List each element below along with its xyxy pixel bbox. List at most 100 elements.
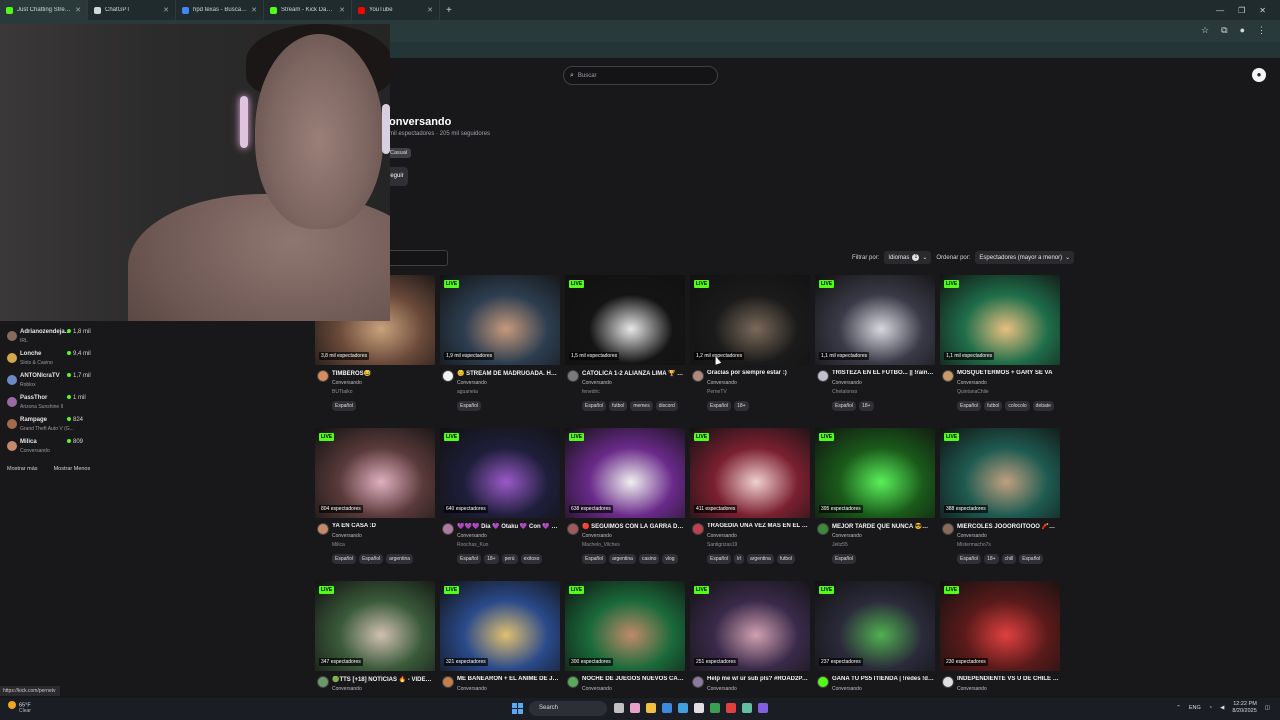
stream-title[interactable]: TIMBEROS😅 <box>332 370 435 377</box>
stream-category[interactable]: Conversando <box>832 686 862 692</box>
edge-icon[interactable] <box>662 703 672 713</box>
sort-dropdown[interactable]: Espectadores (mayor a menor) ⌄ <box>975 251 1075 264</box>
stream-tag[interactable]: 18+ <box>859 401 874 411</box>
stream-thumbnail[interactable]: LIVE 1,1 mil espectadores <box>815 275 935 365</box>
search-input[interactable]: ⌕ Buscar <box>563 66 718 85</box>
stream-tag[interactable]: 18+ <box>484 554 499 564</box>
tray-chevron-icon[interactable]: ⌃ <box>1176 705 1181 711</box>
weather-widget[interactable]: 65°F Clear <box>8 701 31 714</box>
stream-tag[interactable]: Español <box>832 554 857 564</box>
stream-category[interactable]: Conversando <box>957 533 987 539</box>
avatar[interactable] <box>692 523 704 535</box>
stream-card[interactable]: LIVE 395 espectadores MEJOR TARDE QUE NU… <box>815 428 935 568</box>
stream-thumbnail[interactable]: LIVE 251 espectadores <box>690 581 810 671</box>
stream-tag[interactable]: Español <box>957 401 982 411</box>
stream-tag[interactable]: argentina <box>386 554 414 564</box>
stream-thumbnail[interactable]: LIVE 230 espectadores <box>940 581 1060 671</box>
lang-indicator[interactable]: ENG <box>1189 705 1201 711</box>
stream-card[interactable]: LIVE 1,9 mil espectadores 😊 STREAM DE MA… <box>440 275 560 415</box>
close-tab-icon[interactable]: ✕ <box>339 6 345 14</box>
sidebar-channel[interactable]: ANTONIcraTV Roblox 1,7 mil <box>7 372 91 392</box>
show-more-link[interactable]: Mostrar más <box>7 466 38 472</box>
stream-tag[interactable]: Español <box>457 554 482 564</box>
menu-icon[interactable]: ⋮ <box>1257 25 1266 36</box>
stream-tag[interactable]: argentina <box>609 554 636 564</box>
avatar[interactable] <box>817 523 829 535</box>
stream-tag[interactable]: lrl <box>734 554 744 564</box>
stream-title[interactable]: TRISTEZA EN EL FUTBO... || !rainbet <box>832 370 935 376</box>
app-icon[interactable] <box>726 703 736 713</box>
avatar[interactable] <box>317 523 329 535</box>
avatar[interactable] <box>567 370 579 382</box>
stream-category[interactable]: Conversando <box>707 533 737 539</box>
avatar[interactable] <box>567 523 579 535</box>
profile-icon[interactable]: ● <box>1240 25 1245 36</box>
stream-thumbnail[interactable]: LIVE 237 espectadores <box>815 581 935 671</box>
close-tab-icon[interactable]: ✕ <box>75 6 81 14</box>
streamer-name[interactable]: Santigrizas19 <box>707 542 737 548</box>
stream-tag[interactable]: Español <box>707 554 732 564</box>
stream-title[interactable]: MIERCOLES JOOORGITOOO 🧨😋 ... <box>957 523 1060 530</box>
stream-tag[interactable]: 18+ <box>984 554 999 564</box>
streamer-name[interactable]: Roochas_Kun <box>457 542 488 548</box>
browser-tab[interactable]: Stream - Kick Dashboard ✕ <box>264 0 352 20</box>
avatar[interactable] <box>942 676 954 688</box>
stream-category[interactable]: Conversando <box>707 686 737 692</box>
stream-card[interactable]: LIVE 1,1 mil espectadores TRISTEZA EN EL… <box>815 275 935 415</box>
avatar[interactable] <box>817 676 829 688</box>
stream-tag[interactable]: Español <box>957 554 982 564</box>
stream-card[interactable]: LIVE 804 espectadores YA EN CASA :D Conv… <box>315 428 435 568</box>
volume-icon[interactable]: ◀ <box>1220 705 1224 711</box>
sidebar-channel[interactable]: Milica Conversando 809 <box>7 438 89 458</box>
category-search-input[interactable] <box>386 250 448 266</box>
show-less-link[interactable]: Mostrar Menos <box>54 466 91 472</box>
avatar[interactable] <box>692 370 704 382</box>
stream-tag[interactable]: Español <box>582 401 607 411</box>
streamer-name[interactable]: BUTtaiko <box>332 389 353 395</box>
store-icon[interactable] <box>678 703 688 713</box>
stream-title[interactable]: YA EN CASA :D <box>332 523 435 529</box>
stream-thumbnail[interactable]: LIVE 1,5 mil espectadores <box>565 275 685 365</box>
stream-title[interactable]: GANA TU PS5 ITIENDA | !redes !dc !... <box>832 676 935 682</box>
user-avatar[interactable]: ● <box>1252 68 1266 82</box>
stream-tag[interactable]: Español <box>832 401 857 411</box>
stream-title[interactable]: TRAGEDIA UNA VEZ MÁS EN EL FUT... <box>707 523 810 529</box>
stream-title[interactable]: INDEPENDIENTE VS U DE CHILE | RE... <box>957 676 1060 682</box>
sidebar-channel[interactable]: Adrianozendeja... IRL 1,8 mil <box>7 328 91 348</box>
browser-tab[interactable]: Just Chatting Streaming - Live ✕ <box>0 0 88 20</box>
stream-tag[interactable]: exitoso <box>520 554 543 564</box>
stream-tag[interactable]: argentina <box>746 554 774 564</box>
stream-category[interactable]: Conversando <box>332 380 362 386</box>
stream-category[interactable]: Conversando <box>457 533 487 539</box>
streamer-name[interactable]: fenedric <box>582 389 600 395</box>
stream-category[interactable]: Conversando <box>832 533 862 539</box>
languages-dropdown[interactable]: Idiomas 1 ⌄ <box>884 251 932 264</box>
file-explorer-icon[interactable] <box>646 703 656 713</box>
stream-title[interactable]: 🟢TTS [+18] NOTICIAS 🔥 - VIDEOS ... <box>332 676 435 683</box>
stream-tag[interactable]: Español <box>359 554 384 564</box>
stream-category[interactable]: Conversando <box>832 380 862 386</box>
stream-thumbnail[interactable]: LIVE 1,1 mil espectadores <box>940 275 1060 365</box>
streamer-name[interactable]: PerneTV <box>707 389 727 395</box>
new-tab-button[interactable]: + <box>440 5 458 16</box>
stream-title[interactable]: CATÓLICA 1-2 ALIANZA LIMA 🏆 LA ... <box>582 370 685 377</box>
stream-card[interactable]: LIVE 411 espectadores TRAGEDIA UNA VEZ M… <box>690 428 810 568</box>
stream-tag[interactable]: futbol <box>609 401 628 411</box>
avatar[interactable] <box>942 370 954 382</box>
close-tab-icon[interactable]: ✕ <box>427 6 433 14</box>
stream-category[interactable]: Conversando <box>582 380 612 386</box>
stream-tag[interactable]: Español <box>582 554 607 564</box>
avatar[interactable] <box>442 370 454 382</box>
sidebar-channel[interactable]: PassThor Arizona Sunshine II 1 mil <box>7 394 89 414</box>
discord-icon[interactable] <box>758 703 768 713</box>
stream-tag[interactable]: colocolo <box>1005 401 1030 411</box>
browser-tab[interactable]: YouTube ✕ <box>352 0 440 20</box>
browser-tab[interactable]: hpd texas - Buscar con Google ✕ <box>176 0 264 20</box>
stream-tag[interactable]: Español <box>1019 554 1044 564</box>
streamer-name[interactable]: Mistermacho7s <box>957 542 991 548</box>
stream-title[interactable]: MOSQUETERMOS + GARY SE VA <box>957 370 1060 376</box>
stream-title[interactable]: NOCHE DE JUEGOS NUEVOS CASIN... <box>582 676 685 682</box>
close-window-icon[interactable]: ✕ <box>1259 6 1266 15</box>
stream-thumbnail[interactable]: LIVE 395 espectadores <box>815 428 935 518</box>
stream-title[interactable]: Gracias por siempre estar :) <box>707 370 810 376</box>
